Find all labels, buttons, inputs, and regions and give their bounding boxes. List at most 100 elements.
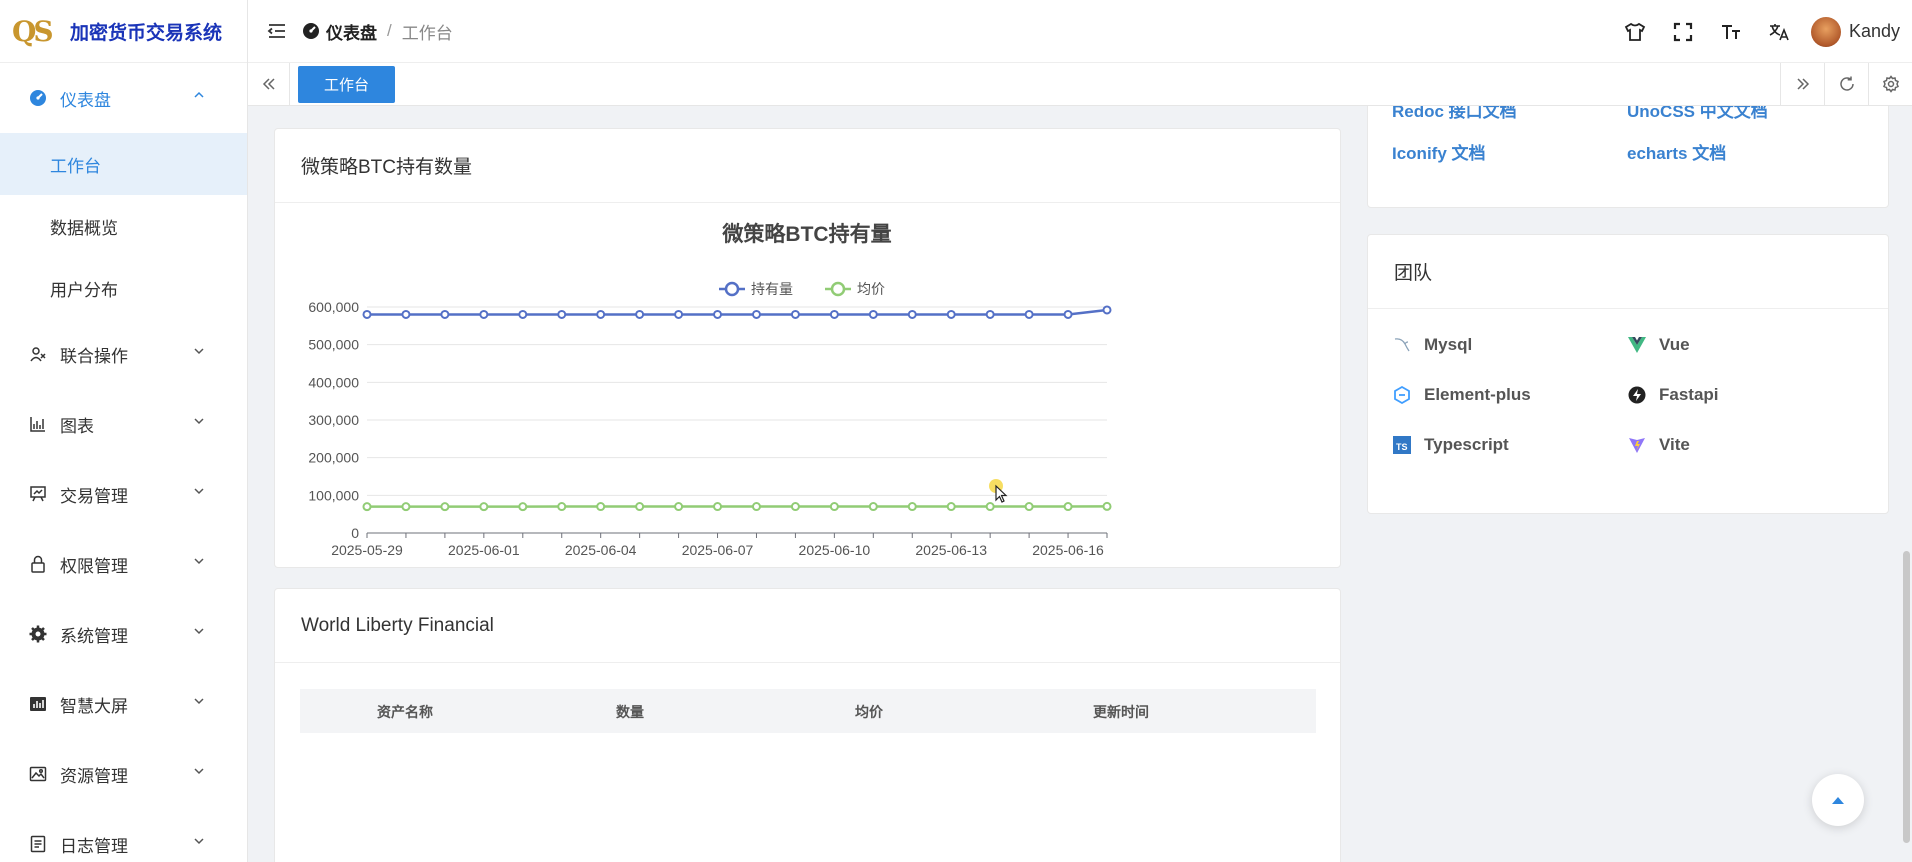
data-point[interactable]	[946, 502, 956, 512]
data-point[interactable]	[674, 502, 684, 512]
data-point[interactable]	[362, 309, 372, 319]
sidebar-item-dashboard[interactable]: 仪表盘	[0, 63, 247, 133]
image-icon	[28, 765, 48, 783]
data-point[interactable]	[674, 309, 684, 319]
link-redoc-docs[interactable]: Redoc 接口文档	[1392, 106, 1517, 122]
team-item-vue[interactable]: Vue	[1627, 335, 1690, 355]
data-point[interactable]	[440, 502, 450, 512]
double-chevron-right-icon[interactable]	[1780, 63, 1824, 105]
data-point[interactable]	[1024, 502, 1034, 512]
x-tick-label: 2025-06-10	[799, 542, 871, 558]
data-point[interactable]	[829, 309, 839, 319]
team-item-fastapi[interactable]: Fastapi	[1627, 385, 1719, 405]
sidebar-item-charts[interactable]: 图表	[0, 389, 247, 459]
data-point[interactable]	[751, 309, 761, 319]
data-point[interactable]	[401, 309, 411, 319]
team-item-label: Typescript	[1424, 435, 1509, 454]
sidebar-subitem-workbench[interactable]: 工作台	[0, 133, 247, 195]
data-point[interactable]	[557, 309, 567, 319]
sidebar-item-permission-management[interactable]: 权限管理	[0, 529, 247, 599]
column-header[interactable]: 均价	[855, 702, 883, 722]
data-point[interactable]	[479, 502, 489, 512]
fullscreen-icon[interactable]	[1659, 0, 1707, 63]
legend-item-avg-price[interactable]: 均价	[825, 281, 885, 297]
sidebar-item-resource-management[interactable]: 资源管理	[0, 739, 247, 809]
vue-icon	[1627, 337, 1647, 353]
sidebar-item-trade-management[interactable]: 交易管理	[0, 459, 247, 529]
data-point[interactable]	[518, 502, 528, 512]
team-item-typescript[interactable]: TS Typescript	[1392, 435, 1509, 455]
dashboard-screen-icon	[28, 695, 48, 713]
app-logo-bar[interactable]: QS 加密货币交易系统	[0, 0, 247, 63]
sidebar-item-smart-screen[interactable]: 智慧大屏	[0, 669, 247, 739]
sidebar-item-label: 交易管理	[60, 486, 128, 506]
data-point[interactable]	[596, 502, 606, 512]
back-to-top-button[interactable]	[1812, 774, 1864, 826]
world-liberty-financial-card: World Liberty Financial 资产名称 数量 均价 更新时间	[274, 588, 1341, 862]
double-chevron-left-icon[interactable]	[248, 63, 290, 105]
sidebar-item-log-management[interactable]: 日志管理	[0, 809, 247, 862]
data-point[interactable]	[713, 309, 723, 319]
data-point[interactable]	[1024, 309, 1034, 319]
sidebar-item-system-management[interactable]: 系统管理	[0, 599, 247, 669]
translate-icon[interactable]	[1755, 0, 1803, 63]
chevron-down-icon	[189, 695, 209, 707]
link-echarts-docs[interactable]: echarts 文档	[1627, 139, 1726, 164]
chart-legend[interactable]: 持有量 均价	[719, 281, 885, 297]
data-point[interactable]	[635, 309, 645, 319]
data-point[interactable]	[790, 502, 800, 512]
data-point[interactable]	[713, 502, 723, 512]
sidebar-subitem-data-overview[interactable]: 数据概览	[0, 195, 247, 257]
data-point[interactable]	[751, 502, 761, 512]
data-point[interactable]	[829, 502, 839, 512]
data-point[interactable]	[1063, 502, 1073, 512]
data-point[interactable]	[518, 309, 528, 319]
sidebar-item-label: 仪表盘	[60, 90, 111, 110]
menu-fold-icon[interactable]	[262, 22, 292, 40]
sidebar-item-joint-operation[interactable]: 联合操作	[0, 319, 247, 389]
data-point[interactable]	[1063, 309, 1073, 319]
table-header: 资产名称 数量 均价 更新时间	[300, 689, 1316, 733]
data-point[interactable]	[596, 309, 606, 319]
data-point[interactable]	[868, 502, 878, 512]
team-item-mysql[interactable]: Mysql	[1392, 335, 1472, 355]
data-point[interactable]	[868, 309, 878, 319]
data-point[interactable]	[635, 502, 645, 512]
breadcrumb-home[interactable]: 仪表盘	[326, 19, 377, 44]
data-point[interactable]	[362, 502, 372, 512]
data-point[interactable]	[479, 309, 489, 319]
data-point[interactable]	[401, 502, 411, 512]
data-point[interactable]	[907, 502, 917, 512]
data-point[interactable]	[946, 309, 956, 319]
column-header[interactable]: 资产名称	[377, 702, 433, 722]
team-item-element-plus[interactable]: Element-plus	[1392, 385, 1531, 405]
sidebar-item-label: 系统管理	[60, 626, 128, 646]
data-point[interactable]	[790, 309, 800, 319]
team-item-label: Vue	[1659, 335, 1690, 354]
font-size-icon[interactable]	[1707, 0, 1755, 63]
tabs-bar: 工作台	[248, 63, 1912, 106]
link-unocss-docs[interactable]: UnoCSS 中文文档	[1627, 106, 1768, 122]
legend-item-holdings[interactable]: 持有量	[719, 281, 793, 297]
sidebar-subitem-user-distribution[interactable]: 用户分布	[0, 257, 247, 319]
settings-icon[interactable]	[1868, 63, 1912, 105]
avatar[interactable]	[1810, 16, 1841, 47]
document-list-icon	[28, 835, 48, 853]
data-point[interactable]	[557, 502, 567, 512]
data-point[interactable]	[907, 309, 917, 319]
refresh-icon[interactable]	[1824, 63, 1868, 105]
link-iconify-docs[interactable]: Iconify 文档	[1392, 139, 1486, 164]
data-point[interactable]	[1102, 305, 1112, 315]
page-scrollbar[interactable]	[1903, 551, 1910, 843]
data-point[interactable]	[985, 309, 995, 319]
data-point[interactable]	[1102, 501, 1112, 511]
column-header[interactable]: 更新时间	[1093, 702, 1149, 722]
shirt-theme-icon[interactable]	[1611, 0, 1659, 63]
user-name[interactable]: Kandy	[1849, 21, 1900, 42]
data-point[interactable]	[440, 309, 450, 319]
column-header[interactable]: 数量	[616, 702, 644, 722]
team-item-vite[interactable]: Vite	[1627, 435, 1690, 455]
card-title: World Liberty Financial	[275, 589, 1340, 663]
lock-icon	[28, 555, 48, 573]
tab-workbench[interactable]: 工作台	[298, 66, 395, 103]
